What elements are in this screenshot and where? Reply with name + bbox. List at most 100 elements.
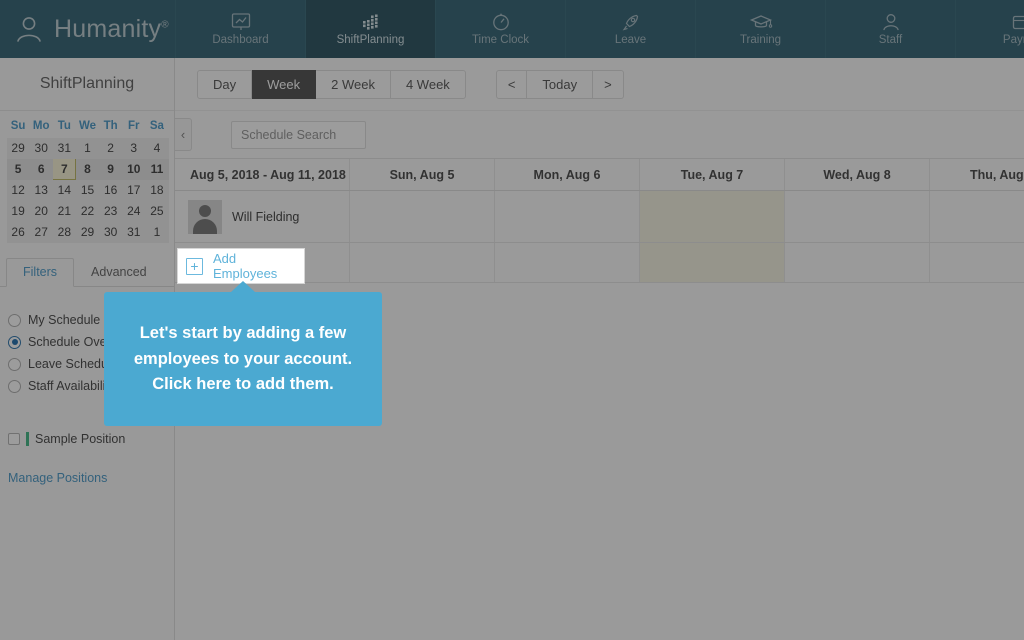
calendar-day[interactable]: 31 — [122, 222, 145, 243]
calendar-day[interactable]: 9 — [99, 159, 122, 180]
calendar-day[interactable]: 21 — [53, 201, 76, 222]
calendar-week-row: 19 20 21 22 23 24 25 — [7, 201, 169, 222]
brand-name: Humanity® — [54, 15, 169, 44]
calendar-week-row: 12 13 14 15 16 17 18 — [7, 180, 169, 201]
calendar-day[interactable]: 26 — [7, 222, 30, 243]
search-row: ‹ — [175, 111, 1024, 158]
schedule-grid-header: Aug 5, 2018 - Aug 11, 2018 Sun, Aug 5 Mo… — [175, 158, 1024, 191]
column-header-wed: Wed, Aug 8 — [785, 159, 930, 190]
calendar-day[interactable]: 28 — [53, 222, 76, 243]
calendar-dayname: Th — [99, 117, 122, 138]
shift-cell-tue-today[interactable] — [640, 191, 785, 242]
position-filter-row[interactable]: Sample Position — [0, 429, 174, 449]
position-color-bar — [26, 432, 29, 446]
sidebar-collapse-button[interactable]: ‹ — [175, 118, 192, 151]
range-button-day[interactable]: Day — [197, 70, 252, 99]
nav-tab-label: Time Clock — [472, 35, 529, 47]
tooltip-line-2: employees to your account. — [134, 350, 352, 369]
nav-tab-label: ShiftPlanning — [337, 35, 405, 47]
calendar-day[interactable]: 4 — [145, 138, 168, 159]
calendar-day[interactable]: 15 — [76, 180, 99, 201]
column-header-tue: Tue, Aug 7 — [640, 159, 785, 190]
shift-cell-thu[interactable] — [930, 191, 1024, 242]
empty-cell-mon[interactable] — [495, 243, 640, 282]
range-button-week[interactable]: Week — [252, 70, 316, 99]
tooltip-line-1: Let's start by adding a few — [140, 324, 347, 343]
add-employees-button[interactable]: + Add Employees — [178, 249, 304, 283]
nav-tab-leave[interactable]: Leave — [565, 0, 695, 58]
calendar-dayname: We — [76, 117, 99, 138]
manage-positions-link[interactable]: Manage Positions — [0, 471, 174, 485]
calendar-week-row: 29 30 31 1 2 3 4 — [7, 138, 169, 159]
calendar-day[interactable]: 10 — [122, 159, 145, 180]
calendar-day[interactable]: 12 — [7, 180, 30, 201]
range-button-group: Day Week 2 Week 4 Week — [197, 70, 466, 99]
calendar-day[interactable]: 20 — [30, 201, 53, 222]
calendar-day[interactable]: 30 — [30, 138, 53, 159]
calendar-day[interactable]: 14 — [53, 180, 76, 201]
calendar-day[interactable]: 23 — [99, 201, 122, 222]
calendar-day[interactable]: 3 — [122, 138, 145, 159]
nav-tab-training[interactable]: Training — [695, 0, 825, 58]
calendar-day[interactable]: 19 — [7, 201, 30, 222]
column-header-thu: Thu, Aug 9 — [930, 159, 1024, 190]
calendar-day[interactable]: 13 — [30, 180, 53, 201]
empty-cell-thu[interactable] — [930, 243, 1024, 282]
empty-cell-tue-today[interactable] — [640, 243, 785, 282]
empty-cell-wed[interactable] — [785, 243, 930, 282]
calendar-day[interactable]: 22 — [76, 201, 99, 222]
nav-tab-payroll[interactable]: Payroll — [955, 0, 1024, 58]
calendar-day[interactable]: 17 — [122, 180, 145, 201]
shift-cell-wed[interactable] — [785, 191, 930, 242]
add-employees-label: Add Employees — [213, 251, 304, 281]
tab-advanced[interactable]: Advanced — [74, 258, 164, 287]
range-button-4week[interactable]: 4 Week — [391, 70, 466, 99]
calendar-day[interactable]: 16 — [99, 180, 122, 201]
brand-logo[interactable]: Humanity® — [0, 0, 175, 58]
calendar-dayname: Sa — [145, 117, 168, 138]
calendar-day[interactable]: 11 — [145, 159, 168, 180]
calendar-day[interactable]: 1 — [76, 138, 99, 159]
nav-tab-label: Payroll — [1003, 35, 1024, 47]
empty-cell-sun[interactable] — [350, 243, 495, 282]
calendar-day[interactable]: 18 — [145, 180, 168, 201]
calendar-day-today[interactable]: 7 — [53, 159, 76, 180]
employee-cell[interactable]: Will Fielding — [175, 191, 350, 242]
calendar-day[interactable]: 8 — [76, 159, 99, 180]
prev-period-button[interactable]: < — [496, 70, 528, 99]
calendar-dayname: Fr — [122, 117, 145, 138]
shift-cell-sun[interactable] — [350, 191, 495, 242]
shift-cell-mon[interactable] — [495, 191, 640, 242]
chevron-left-icon: ‹ — [181, 127, 185, 142]
calendar-day[interactable]: 27 — [30, 222, 53, 243]
today-button[interactable]: Today — [527, 70, 593, 99]
calendar-day[interactable]: 24 — [122, 201, 145, 222]
nav-tab-time-clock[interactable]: Time Clock — [435, 0, 565, 58]
nav-tab-shiftplanning[interactable]: ShiftPlanning — [305, 0, 435, 58]
next-period-button[interactable]: > — [593, 70, 624, 99]
onboarding-tooltip: Let's start by adding a few employees to… — [104, 292, 382, 426]
calendar-week-row: 26 27 28 29 30 31 1 — [7, 222, 169, 243]
range-button-2week[interactable]: 2 Week — [316, 70, 391, 99]
person-icon — [880, 12, 902, 32]
tab-filters[interactable]: Filters — [6, 258, 74, 287]
radio-button-icon — [8, 314, 21, 327]
nav-tab-staff[interactable]: Staff — [825, 0, 955, 58]
calendar-day[interactable]: 1 — [145, 222, 168, 243]
watermark-decoration — [926, 554, 1006, 624]
calendar-day[interactable]: 5 — [7, 159, 30, 180]
radio-label: My Schedule — [28, 313, 100, 327]
calendar-day[interactable]: 6 — [30, 159, 53, 180]
calendar-day[interactable]: 31 — [53, 138, 76, 159]
nav-tab-dashboard[interactable]: Dashboard — [175, 0, 305, 58]
nav-tab-label: Staff — [879, 35, 902, 47]
calendar-day[interactable]: 29 — [7, 138, 30, 159]
calendar-day[interactable]: 2 — [99, 138, 122, 159]
calendar-day[interactable]: 30 — [99, 222, 122, 243]
checkbox-icon[interactable] — [8, 433, 20, 445]
calendar-week-row-current: 5 6 7 8 9 10 11 — [7, 159, 169, 180]
calendar-day[interactable]: 29 — [76, 222, 99, 243]
search-input[interactable] — [231, 121, 366, 149]
calendar-day[interactable]: 25 — [145, 201, 168, 222]
person-icon — [14, 14, 44, 44]
